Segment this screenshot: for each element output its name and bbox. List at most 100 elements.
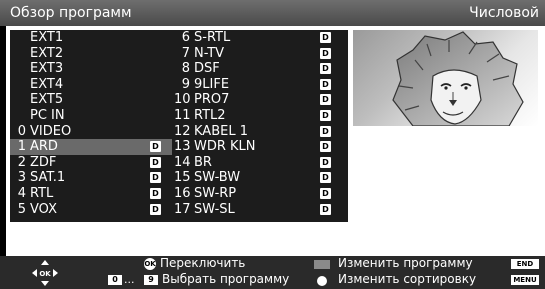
lion-preview-image — [392, 31, 524, 126]
title-bar: Обзор программ Числовой — [0, 0, 545, 26]
channel-name: EXT2 — [30, 45, 64, 61]
channel-name: DSF — [194, 61, 220, 77]
channel-number: 15 — [174, 170, 191, 186]
channel-name: PRO7 — [194, 92, 230, 108]
key-9-icon: 9 — [144, 275, 158, 285]
page-title: Обзор программ — [10, 5, 132, 21]
channel-row[interactable]: 1 ARD D — [10, 139, 172, 155]
channel-number: 16 — [174, 186, 191, 201]
channel-preview — [353, 30, 538, 126]
channel-number: 2 — [17, 154, 26, 170]
channel-name: KABEL 1 — [194, 123, 248, 139]
channel-name: EXT3 — [30, 61, 64, 77]
channel-name: BR — [194, 154, 212, 170]
channel-number: 5 — [17, 201, 26, 217]
digital-badge-icon: D — [150, 141, 161, 153]
channel-list: EXT1 EXT2 EXT3 EXT4 EXT5 PC IN 0 VIDEO 1 ARD D 2 ZDF… — [10, 30, 348, 222]
ok-button-icon: OK — [144, 258, 156, 270]
switch-hint: Переключить — [160, 256, 246, 270]
digit-range-ellipsis: ... — [124, 273, 135, 286]
channel-row[interactable]: EXT3 — [10, 61, 172, 77]
channel-row[interactable]: 2 ZDF D — [10, 155, 172, 171]
channel-number: 17 — [174, 201, 191, 217]
channel-name: VOX — [30, 201, 57, 217]
channel-row[interactable]: 7 N-TV D — [174, 46, 348, 62]
navigation-arrows-icon: OK — [32, 260, 58, 286]
channel-name: SW-SL — [194, 201, 235, 217]
channel-name: PC IN — [30, 108, 65, 123]
digital-badge-icon: D — [320, 110, 331, 121]
channel-number: 6 — [181, 30, 190, 45]
digital-badge-icon: D — [150, 156, 161, 168]
digital-badge-icon: D — [150, 188, 161, 199]
channel-name: WDR KLN — [194, 139, 256, 155]
channel-name: 9LIFE — [194, 76, 230, 92]
channel-row[interactable]: 14 BR D — [174, 155, 348, 171]
channel-number: 3 — [17, 170, 26, 186]
channel-number: 4 — [17, 186, 26, 201]
end-key-icon: END — [511, 259, 539, 269]
digital-badge-icon: D — [320, 63, 331, 75]
channel-name: N-TV — [194, 45, 225, 61]
change-sort-hint: Изменить сортировку — [338, 272, 477, 286]
digital-badge-icon: D — [320, 156, 331, 168]
channel-row[interactable]: 13 WDR KLN D — [174, 139, 348, 155]
digital-badge-icon: D — [320, 141, 331, 153]
channel-row[interactable]: EXT2 — [10, 46, 172, 62]
digital-badge-icon: D — [150, 203, 161, 215]
channel-row[interactable]: 5 VOX D — [10, 202, 172, 218]
channel-row[interactable]: 4 RTL D — [10, 186, 172, 202]
channel-row[interactable]: 16 SW-RP D — [174, 186, 348, 202]
channel-number: 9 — [181, 76, 190, 92]
menu-key-icon: MENU — [511, 275, 539, 285]
channel-row[interactable]: 10 PRO7 D — [174, 92, 348, 108]
channel-row[interactable]: 0 VIDEO — [10, 124, 172, 140]
nav-ok-text: OK — [39, 270, 51, 278]
channel-name: SW-RP — [194, 186, 237, 201]
channel-number: 13 — [174, 139, 191, 155]
channel-number: 14 — [174, 154, 191, 170]
digital-badge-icon: D — [150, 172, 161, 184]
channel-name: RTL — [30, 186, 54, 201]
channel-name: VIDEO — [30, 123, 72, 139]
channel-row[interactable]: 8 DSF D — [174, 61, 348, 77]
channel-name: SW-BW — [194, 170, 241, 186]
channel-row[interactable]: 11 RTL2 D — [174, 108, 348, 124]
channel-name: ARD — [30, 139, 58, 155]
channel-number: 8 — [181, 61, 190, 77]
channel-row[interactable]: 6 S-RTL D — [174, 30, 348, 46]
channel-name: ZDF — [30, 154, 57, 170]
channel-row[interactable]: 17 SW-SL D — [174, 202, 348, 218]
digital-badge-icon: D — [320, 203, 331, 215]
channel-row[interactable]: 15 SW-BW D — [174, 170, 348, 186]
channel-row[interactable]: EXT1 — [10, 30, 172, 46]
channel-row[interactable]: EXT5 — [10, 92, 172, 108]
channel-number: 10 — [174, 92, 191, 108]
channel-row[interactable]: 9 9LIFE D — [174, 77, 348, 93]
channel-row[interactable]: 12 KABEL 1 D — [174, 124, 348, 140]
channel-number: 1 — [17, 139, 26, 155]
footer-help-bar: OK OK Переключить 0 ... 9 Выбрать програ… — [0, 256, 545, 289]
digital-badge-icon: D — [320, 188, 331, 199]
grey-key-icon — [314, 260, 330, 269]
digital-badge-icon: D — [320, 94, 331, 106]
select-program-hint: Выбрать программу — [162, 272, 290, 286]
key-0-icon: 0 — [108, 275, 122, 285]
channel-name: SAT.1 — [30, 170, 66, 186]
digital-badge-icon: D — [320, 32, 331, 43]
white-circle-key-icon — [317, 276, 327, 286]
channel-row[interactable]: PC IN — [10, 108, 172, 124]
channel-row[interactable]: 3 SAT.1 D — [10, 170, 172, 186]
channel-number: 11 — [174, 108, 191, 123]
change-program-hint: Изменить программу — [338, 256, 473, 270]
digital-badge-icon: D — [320, 47, 331, 59]
channel-name: S-RTL — [194, 30, 231, 45]
channel-name: RTL2 — [194, 108, 226, 123]
channel-number: 7 — [181, 45, 190, 61]
digital-badge-icon: D — [320, 78, 331, 90]
channel-name: EXT1 — [30, 30, 64, 45]
channel-name: EXT4 — [30, 76, 64, 92]
channel-number: 12 — [174, 123, 191, 139]
channel-row[interactable]: EXT4 — [10, 77, 172, 93]
channel-name: EXT5 — [30, 92, 64, 108]
